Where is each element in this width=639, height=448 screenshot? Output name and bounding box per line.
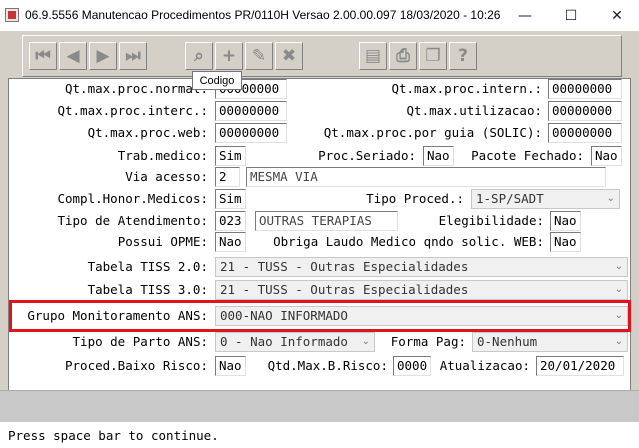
bottom-band xyxy=(0,390,639,422)
via-acesso-code-field[interactable]: 2 xyxy=(215,167,240,187)
tabela-tiss-2-label: Tabela TISS 2.0: xyxy=(87,259,208,274)
trab-medico-field[interactable]: Sim xyxy=(215,146,246,166)
compl-honor-medicos-field[interactable]: Sim xyxy=(215,189,246,209)
tabela-tiss-3-label: Tabela TISS 3.0: xyxy=(87,282,208,297)
first-record-icon[interactable]: ⏮ xyxy=(29,42,57,70)
previous-record-icon[interactable]: ◀ xyxy=(59,42,87,70)
title-bar: 06.9.5556 Manutencao Procedimentos PR/01… xyxy=(0,0,639,31)
atualizacao-label: Atualizacao: xyxy=(439,358,530,373)
qt-max-proc-normal-label: Qt.max.proc.normal: xyxy=(65,81,208,96)
qt-max-proc-web-field[interactable]: 00000000 xyxy=(215,123,287,143)
obriga-laudo-label: Obriga Laudo Medico qndo solic. WEB: xyxy=(273,234,544,249)
tooltip: Codigo xyxy=(192,71,242,90)
tipo-atendimento-description: OUTRAS TERAPIAS xyxy=(255,211,398,231)
qt-max-proc-interc-field[interactable]: 00000000 xyxy=(215,101,287,121)
proced-baixo-risco-field[interactable]: Nao xyxy=(215,356,246,376)
chevron-down-icon: ⌄ xyxy=(361,336,370,347)
print-icon[interactable]: ⎙ xyxy=(389,42,417,70)
tabela-tiss-3-select[interactable]: 21 - TUSS - Outras Especialidades ⌄ xyxy=(215,280,628,300)
chevron-down-icon: ⌄ xyxy=(614,336,623,347)
qt-max-proc-web-label: Qt.max.proc.web: xyxy=(87,125,208,140)
qt-max-utilizacao-label: Qt.max.utilizacao: xyxy=(406,103,542,118)
maximize-button[interactable]: ☐ xyxy=(548,0,594,31)
pacote-fechado-label: Pacote Fechado: xyxy=(471,148,584,163)
highlight-box xyxy=(9,300,631,332)
copy-icon[interactable]: ❐ xyxy=(419,42,447,70)
via-acesso-description: MESMA VIA xyxy=(246,167,606,187)
tabela-tiss-2-select[interactable]: 21 - TUSS - Outras Especialidades ⌄ xyxy=(215,257,628,277)
app-icon xyxy=(5,8,19,22)
via-acesso-label: Via acesso: xyxy=(125,169,208,184)
last-record-icon[interactable]: ⏭ xyxy=(119,42,147,70)
qtd-max-b-risco-label: Qtd.Max.B.Risco: xyxy=(267,358,388,373)
obriga-laudo-field[interactable]: Nao xyxy=(550,232,581,252)
search-icon[interactable]: ⌕ xyxy=(185,42,213,70)
qt-max-proc-guia-label: Qt.max.proc.por guia (SOLIC): xyxy=(323,125,542,140)
tipo-proced-select[interactable]: 1-SP/SADT ⌄ xyxy=(471,189,620,209)
qtd-max-b-risco-field[interactable]: 0000 xyxy=(393,356,431,376)
chevron-down-icon: ⌄ xyxy=(614,284,623,295)
tipo-parto-label: Tipo de Parto ANS: xyxy=(72,334,208,349)
tipo-parto-select[interactable]: 0 - Nao Informado ⌄ xyxy=(215,332,375,352)
add-icon[interactable]: + xyxy=(215,42,243,70)
tabela-tiss-2-value: 21 - TUSS - Outras Especialidades xyxy=(220,259,469,274)
forma-pag-value: 0-Nenhum xyxy=(477,334,538,349)
tabela-tiss-3-value: 21 - TUSS - Outras Especialidades xyxy=(220,282,469,297)
filter-icon[interactable]: ▤ xyxy=(359,42,387,70)
delete-icon[interactable]: ✖ xyxy=(275,42,303,70)
proced-baixo-risco-label: Proced.Baixo Risco: xyxy=(65,358,208,373)
help-icon[interactable]: ? xyxy=(449,42,477,70)
forma-pag-select[interactable]: 0-Nenhum ⌄ xyxy=(472,332,628,352)
elegibilidade-label: Elegibilidade: xyxy=(438,213,544,228)
tipo-atendimento-code-field[interactable]: 023 xyxy=(215,211,246,231)
possui-opme-field[interactable]: Nao xyxy=(215,232,246,252)
minimize-button[interactable]: — xyxy=(502,0,548,31)
elegibilidade-field[interactable]: Nao xyxy=(550,211,581,231)
compl-honor-medicos-label: Compl.Honor.Medicos: xyxy=(57,191,208,206)
tipo-parto-value: 0 - Nao Informado xyxy=(220,334,348,349)
status-message: Press space bar to continue. xyxy=(8,428,219,443)
toolbar: ⏮ ◀ ▶ ⏭ ⌕ + ✎ ✖ ▤ ⎙ ❐ ? xyxy=(22,35,622,77)
qt-max-proc-guia-field[interactable]: 00000000 xyxy=(548,123,622,143)
tipo-proced-label: Tipo Proced.: xyxy=(366,191,464,206)
qt-max-proc-intern-field[interactable]: 00000000 xyxy=(548,79,622,99)
tipo-atendimento-label: Tipo de Atendimento: xyxy=(57,213,208,228)
trab-medico-label: Trab.medico: xyxy=(117,148,208,163)
edit-icon[interactable]: ✎ xyxy=(245,42,273,70)
qt-max-proc-interc-label: Qt.max.proc.interc.: xyxy=(57,103,208,118)
chevron-down-icon: ⌄ xyxy=(614,261,623,272)
close-button[interactable]: ✕ xyxy=(594,0,639,31)
proc-seriado-label: Proc.Seriado: xyxy=(318,148,416,163)
chevron-down-icon: ⌄ xyxy=(606,193,615,204)
forma-pag-label: Forma Pag: xyxy=(390,334,466,349)
pacote-fechado-field[interactable]: Nao xyxy=(591,146,622,166)
tipo-proced-value: 1-SP/SADT xyxy=(476,191,544,206)
qt-max-utilizacao-field[interactable]: 00000000 xyxy=(548,101,622,121)
proc-seriado-field[interactable]: Nao xyxy=(423,146,454,166)
qt-max-proc-intern-label: Qt.max.proc.intern.: xyxy=(391,81,542,96)
possui-opme-label: Possui OPME: xyxy=(117,234,208,249)
next-record-icon[interactable]: ▶ xyxy=(89,42,117,70)
window-title: 06.9.5556 Manutencao Procedimentos PR/01… xyxy=(25,8,501,22)
atualizacao-field[interactable]: 20/01/2020 xyxy=(536,356,624,376)
